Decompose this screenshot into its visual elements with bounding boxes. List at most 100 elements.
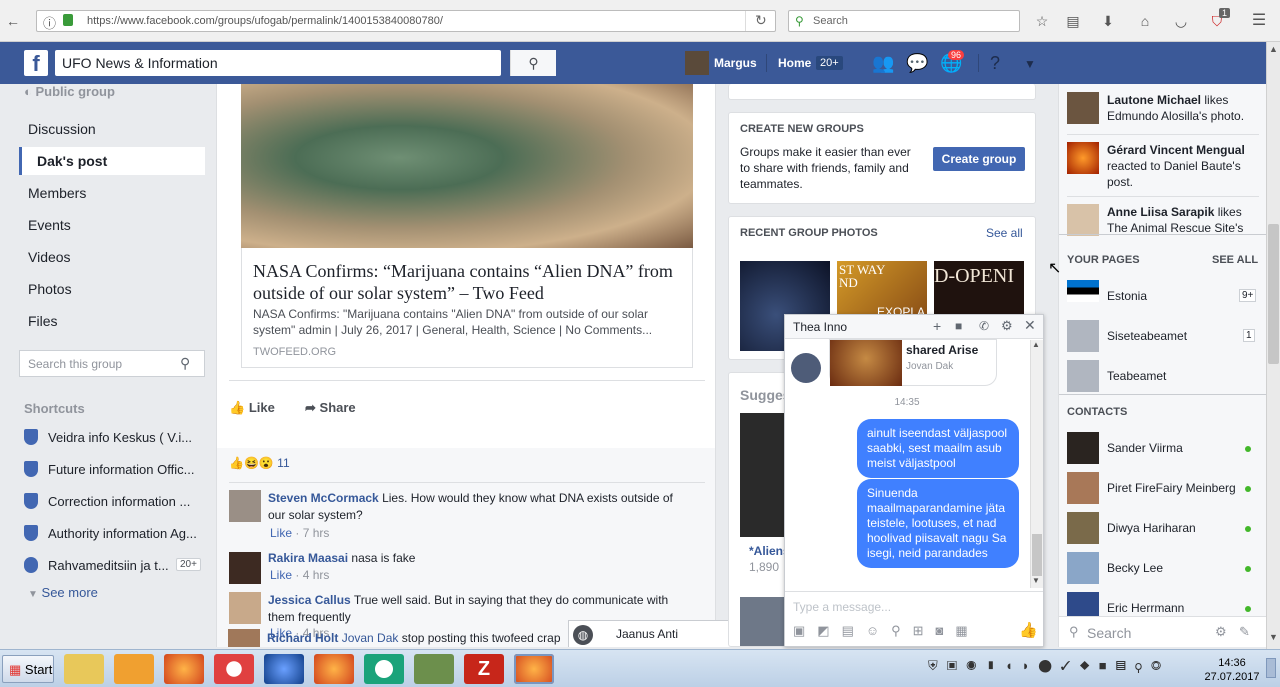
shortcut-item[interactable]: Veidra info Keskus ( V.i...: [24, 429, 204, 445]
bookmark-star-icon[interactable]: ☆: [1033, 12, 1051, 30]
chat-toolbar-icons[interactable]: ▣◩▤☺⚲⊞◙▦: [793, 623, 980, 639]
gear-icon[interactable]: ⚙: [1215, 624, 1227, 640]
chat-contact-name[interactable]: Thea Inno: [793, 320, 847, 334]
avatar[interactable]: [1067, 552, 1099, 584]
page-link[interactable]: Estonia: [1107, 289, 1147, 303]
page-link[interactable]: Teabeamet: [1107, 369, 1166, 383]
profile-link[interactable]: Margus: [714, 56, 757, 70]
commenter-name[interactable]: Jessica Callus: [268, 593, 351, 607]
show-desktop-button[interactable]: [1266, 658, 1276, 678]
compose-icon[interactable]: ✎: [1239, 624, 1250, 640]
scroll-down-icon[interactable]: ▼: [1269, 632, 1278, 642]
suggested-thumbnail[interactable]: [740, 597, 786, 646]
shortcut-item[interactable]: Future information Offic...: [24, 461, 204, 477]
search-icon[interactable]: ⚲: [180, 355, 190, 372]
contact-item[interactable]: Piret FireFairy Meinberg: [1107, 481, 1236, 495]
facebook-search-input[interactable]: UFO News & Information ⚲: [55, 50, 556, 76]
chat-message-input[interactable]: Type a message...: [793, 600, 891, 614]
contact-item[interactable]: Sander Viirma: [1107, 441, 1183, 455]
see-more-link[interactable]: ▼ See more: [28, 585, 98, 600]
info-icon[interactable]: ⓘ: [43, 13, 56, 32]
photos-see-all-link[interactable]: See all: [986, 226, 1023, 240]
nav-files[interactable]: Files: [28, 313, 58, 329]
sidebar-search-input[interactable]: Search: [1087, 625, 1131, 641]
contact-item[interactable]: Becky Lee: [1107, 561, 1163, 575]
avatar[interactable]: [791, 353, 821, 383]
pocket-icon[interactable]: ◡: [1172, 12, 1190, 30]
comment-time[interactable]: 4 hrs: [303, 568, 330, 582]
address-bar[interactable]: ⓘ https://www.facebook.com/groups/ufogab…: [36, 10, 776, 32]
video-call-icon[interactable]: ■: [955, 319, 962, 333]
nav-members[interactable]: Members: [28, 185, 86, 201]
scrollbar-thumb[interactable]: [1032, 534, 1042, 576]
scroll-down-icon[interactable]: ▼: [1032, 576, 1040, 585]
avatar[interactable]: [685, 51, 709, 75]
contact-item[interactable]: Diwya Hariharan: [1107, 521, 1196, 535]
avatar[interactable]: [1067, 432, 1099, 464]
nav-discussion[interactable]: Discussion: [28, 121, 96, 137]
scroll-up-icon[interactable]: ▲: [1269, 44, 1278, 54]
shortcut-item[interactable]: Rahvameditsiin ja t... 20+: [24, 557, 204, 573]
menu-hamburger-icon[interactable]: ☰: [1250, 12, 1268, 30]
home-link[interactable]: Home: [778, 56, 811, 70]
file-explorer-icon[interactable]: [64, 654, 104, 684]
create-group-button[interactable]: Create group: [933, 147, 1025, 171]
page-link[interactable]: Siseteabeamet: [1107, 329, 1187, 343]
start-button[interactable]: ▦ Start: [2, 655, 54, 683]
pages-see-all-link[interactable]: SEE ALL: [1212, 254, 1258, 266]
avatar[interactable]: [229, 552, 261, 584]
firefox-icon[interactable]: [314, 654, 354, 684]
opera-icon[interactable]: [214, 654, 254, 684]
link-preview[interactable]: NASA Confirms: “Marijuana contains “Alie…: [241, 248, 693, 368]
share-button[interactable]: ➦ Share: [305, 400, 356, 416]
avatar[interactable]: [1067, 92, 1099, 124]
nav-daks-post[interactable]: Dak's post: [37, 153, 107, 169]
comment-time[interactable]: 7 hrs: [303, 526, 330, 540]
commenter-name[interactable]: Richard Holt: [267, 631, 338, 645]
avatar[interactable]: [1067, 592, 1099, 616]
browser-search-input[interactable]: ⚲ Search: [788, 10, 1020, 32]
comment-like-link[interactable]: Like: [270, 526, 292, 540]
friend-requests-icon[interactable]: 👥: [872, 53, 894, 74]
avatar[interactable]: [1067, 142, 1099, 174]
suggested-thumbnail[interactable]: [740, 413, 786, 537]
link-preview-image[interactable]: [241, 84, 693, 248]
comment-like-link[interactable]: Like: [270, 568, 292, 582]
back-arrow-icon[interactable]: ←: [4, 12, 22, 30]
system-tray-icons[interactable]: ⛨▣◉▮◖◗⬤✓◆■▤⚲◎: [928, 658, 1190, 680]
help-icon[interactable]: ?: [990, 53, 1000, 74]
close-icon[interactable]: ✕: [1024, 317, 1036, 334]
thunderbird-icon[interactable]: [264, 654, 304, 684]
add-person-icon[interactable]: +: [933, 318, 941, 334]
reading-list-icon[interactable]: ▤: [1064, 12, 1082, 30]
avatar[interactable]: [228, 629, 260, 647]
mention-link[interactable]: Jovan Dak: [342, 631, 399, 645]
messenger-icon[interactable]: 💬: [906, 53, 928, 74]
like-button[interactable]: 👍 Like: [229, 400, 275, 416]
chat-header[interactable]: Thea Inno + ■ ✆ ⚙ ✕: [785, 315, 1043, 339]
avatar[interactable]: [229, 490, 261, 522]
system-clock[interactable]: 14:36 27.07.2017: [1196, 656, 1268, 684]
monitor-app-icon[interactable]: [414, 654, 454, 684]
sidebar-search-bar[interactable]: ⚲ Search ⚙ ✎: [1059, 616, 1267, 647]
contact-item[interactable]: Eric Herrmann: [1107, 601, 1184, 615]
home-icon[interactable]: ⌂: [1136, 12, 1154, 30]
shortcut-item[interactable]: Correction information ...: [24, 493, 204, 509]
phone-icon[interactable]: ✆: [979, 319, 989, 333]
avatar[interactable]: [1067, 472, 1099, 504]
nav-events[interactable]: Events: [28, 217, 71, 233]
avatar[interactable]: [1067, 512, 1099, 544]
reload-icon[interactable]: ↻: [755, 12, 767, 29]
page-avatar[interactable]: [1067, 320, 1099, 352]
media-player-icon[interactable]: [114, 654, 154, 684]
facebook-logo-icon[interactable]: f: [24, 50, 48, 76]
reaction-summary[interactable]: 👍😆😮 11: [229, 456, 290, 470]
ticker-item[interactable]: Anne Liisa Sarapik likes The Animal Resc…: [1107, 204, 1257, 232]
suggested-item-link[interactable]: *Aliens: [749, 544, 786, 558]
e-app-icon[interactable]: [364, 654, 404, 684]
commenter-name[interactable]: Rakira Maasai: [268, 551, 348, 565]
ticker-item[interactable]: Lautone Michael likes Edmundo Alosilla's…: [1107, 92, 1257, 124]
scroll-up-icon[interactable]: ▲: [1032, 340, 1040, 349]
chat-scrollbar[interactable]: ▲ ▼: [1030, 340, 1043, 588]
filezilla-icon[interactable]: Z: [464, 654, 504, 684]
